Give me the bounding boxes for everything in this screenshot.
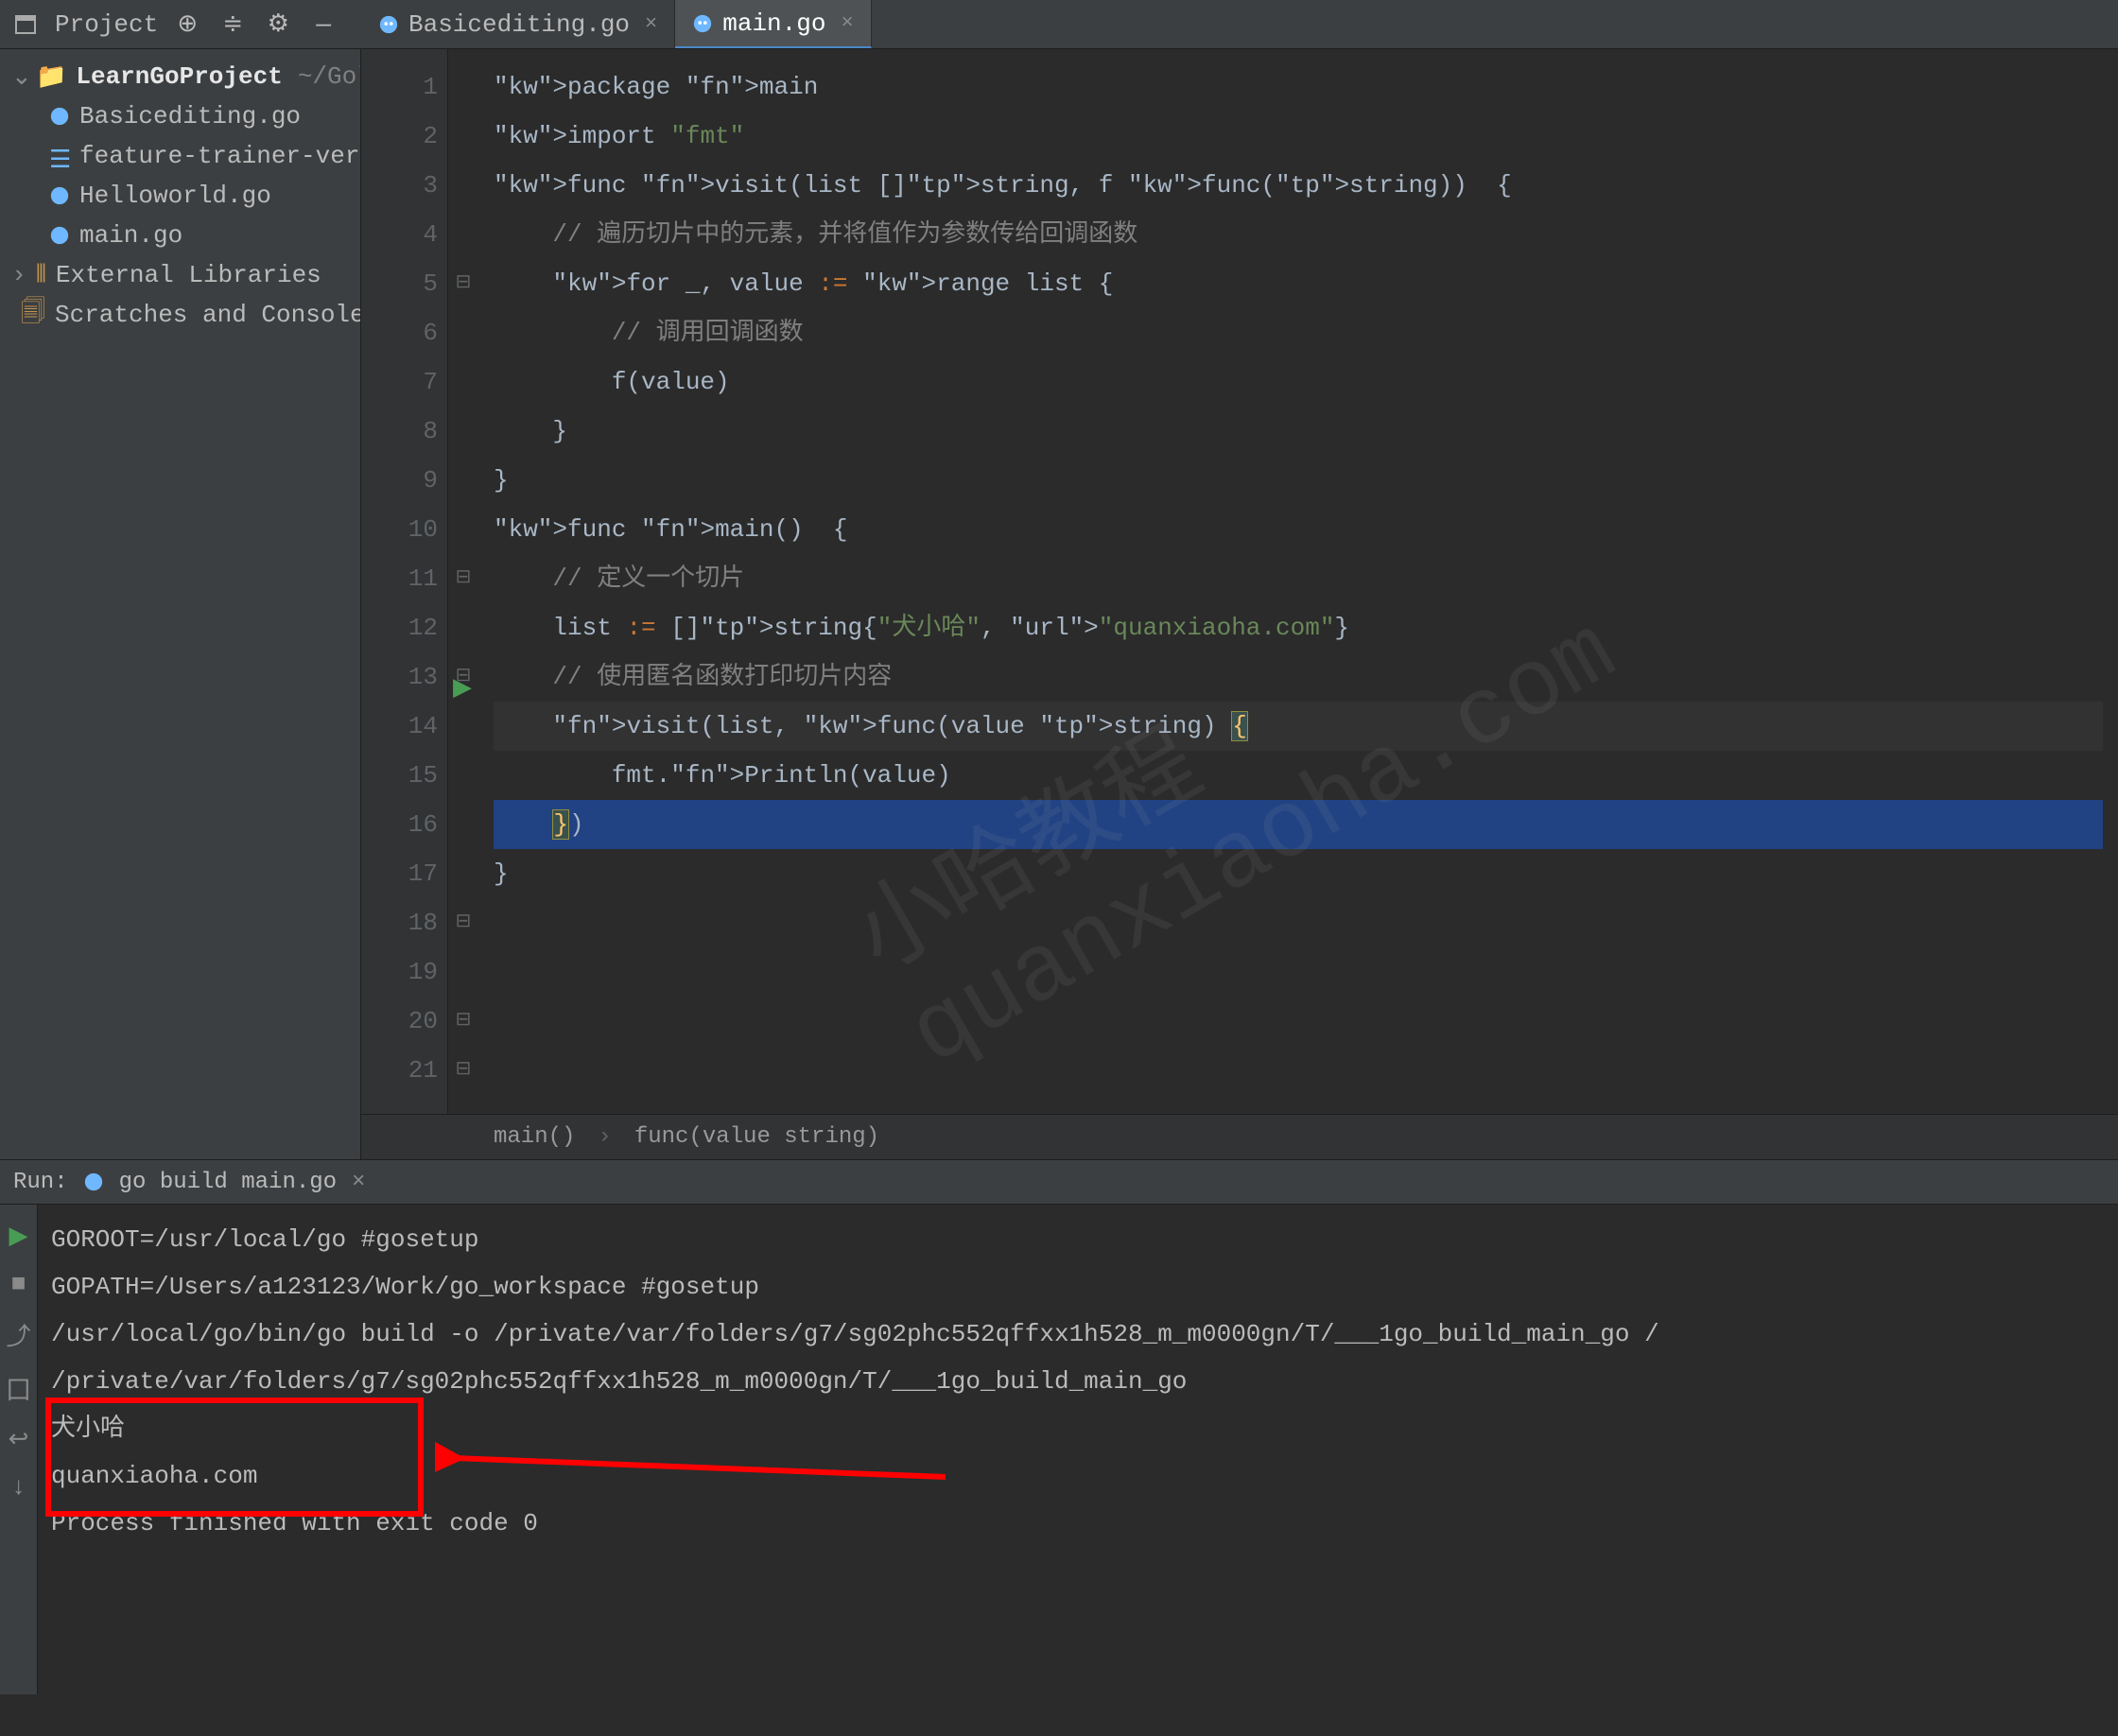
line-number: 2 bbox=[361, 112, 438, 161]
toolbar-left: Project ⊕ ≑ ⚙ — bbox=[0, 9, 361, 41]
layout-icon[interactable]: 囗 bbox=[6, 1371, 30, 1406]
project-sidebar[interactable]: ⌄ 📁 LearnGoProject ~/Gola Basicediting.g… bbox=[0, 49, 361, 1159]
line-number: 18 bbox=[361, 898, 438, 947]
tree-file-label: feature-trainer-versio bbox=[79, 142, 361, 170]
tab-main[interactable]: main.go × bbox=[675, 0, 871, 48]
editor: 1 2 3 4 5 6 7 8 9 10 11 12 13▶ 14 15 16 … bbox=[361, 49, 2118, 1159]
line-number: 20 bbox=[361, 997, 438, 1046]
line-number: 3 bbox=[361, 161, 438, 210]
line-number: 19 bbox=[361, 947, 438, 997]
minimize-icon[interactable]: — bbox=[307, 9, 339, 41]
tree-file[interactable]: Helloworld.go bbox=[6, 176, 360, 216]
stop-icon[interactable]: ■ bbox=[11, 1270, 26, 1298]
chevron-right-icon[interactable]: › bbox=[11, 261, 26, 289]
tab-label: Basicediting.go bbox=[408, 10, 630, 39]
collapse-icon[interactable]: ≑ bbox=[217, 9, 249, 41]
tree-ext-libraries[interactable]: › ⫴ External Libraries bbox=[6, 255, 360, 295]
code-area: 1 2 3 4 5 6 7 8 9 10 11 12 13▶ 14 15 16 … bbox=[361, 49, 2118, 1114]
line-number: 8 bbox=[361, 407, 438, 456]
close-icon[interactable]: × bbox=[352, 1170, 365, 1195]
line-number: 7 bbox=[361, 357, 438, 407]
annotation-box bbox=[45, 1397, 424, 1517]
tree-file-label: main.go bbox=[79, 221, 182, 250]
close-icon[interactable]: × bbox=[841, 11, 853, 35]
run-tool-header[interactable]: Run: go build main.go × bbox=[0, 1159, 2118, 1205]
root-name: LearnGoProject bbox=[76, 62, 282, 91]
soft-wrap-icon[interactable]: ↩ bbox=[9, 1425, 29, 1454]
line-number: 12 bbox=[361, 603, 438, 652]
line-number: 9 bbox=[361, 456, 438, 505]
main-area: ⌄ 📁 LearnGoProject ~/Gola Basicediting.g… bbox=[0, 49, 2118, 1159]
run-panel: ▶ ■ ⤴ 囗 ↩ ↓ GOROOT=/usr/local/go #gosetu… bbox=[0, 1205, 2118, 1694]
line-number: 6 bbox=[361, 308, 438, 357]
jump-icon[interactable]: ⤴ bbox=[6, 1317, 30, 1352]
run-gutter-icon[interactable]: ▶ bbox=[453, 664, 472, 713]
folder-icon: 📁 bbox=[36, 62, 66, 92]
breadcrumb[interactable]: main() › func(value string) bbox=[361, 1114, 2118, 1159]
line-number: 11 bbox=[361, 554, 438, 603]
line-number: 15 bbox=[361, 751, 438, 800]
line-number: 5 bbox=[361, 259, 438, 308]
scroll-icon[interactable]: ↓ bbox=[11, 1473, 26, 1502]
chevron-right-icon: › bbox=[598, 1124, 611, 1150]
scratches-label: Scratches and Consoles bbox=[55, 301, 361, 329]
close-icon[interactable]: × bbox=[645, 12, 657, 36]
annotation-arrow bbox=[435, 1439, 964, 1496]
editor-tabs: Basicediting.go × main.go × bbox=[361, 0, 872, 48]
project-view-icon[interactable] bbox=[9, 9, 42, 41]
rerun-icon[interactable]: ▶ bbox=[9, 1222, 28, 1251]
tree-root[interactable]: ⌄ 📁 LearnGoProject ~/Gola bbox=[6, 57, 360, 96]
tree-file[interactable]: main.go bbox=[6, 216, 360, 255]
run-gutter[interactable]: ▶ ■ ⤴ 囗 ↩ ↓ bbox=[0, 1205, 38, 1694]
tab-basicediting[interactable]: Basicediting.go × bbox=[361, 0, 675, 48]
console-output[interactable]: GOROOT=/usr/local/go #gosetupGOPATH=/Use… bbox=[38, 1205, 2118, 1694]
run-label: Run: bbox=[13, 1170, 68, 1195]
breadcrumb-item[interactable]: func(value string) bbox=[634, 1124, 879, 1150]
source-code[interactable]: "kw">package "fn">main"kw">import "fmt""… bbox=[478, 49, 2118, 1114]
line-number: 10 bbox=[361, 505, 438, 554]
tree-file[interactable]: Basicediting.go bbox=[6, 96, 360, 136]
line-number: 1 bbox=[361, 62, 438, 112]
line-number: 16 bbox=[361, 800, 438, 849]
gear-icon[interactable]: ⚙ bbox=[262, 9, 294, 41]
root-path: ~/Gola bbox=[298, 62, 361, 91]
top-bar: Project ⊕ ≑ ⚙ — Basicediting.go × main.g… bbox=[0, 0, 2118, 49]
tree-file[interactable]: ☰ feature-trainer-versio bbox=[6, 136, 360, 176]
line-number: 17 bbox=[361, 849, 438, 898]
chevron-down-icon[interactable]: ⌄ bbox=[11, 62, 26, 92]
target-icon[interactable]: ⊕ bbox=[171, 9, 203, 41]
tree-file-label: Helloworld.go bbox=[79, 182, 271, 210]
project-tree: ⌄ 📁 LearnGoProject ~/Gola Basicediting.g… bbox=[0, 49, 360, 335]
run-config-name[interactable]: go build main.go bbox=[119, 1170, 337, 1195]
line-number: 14 bbox=[361, 702, 438, 751]
line-number: 4 bbox=[361, 210, 438, 259]
list-file-icon: ☰ bbox=[49, 146, 70, 166]
scratches-icon: 🗐 bbox=[21, 294, 45, 336]
line-gutter[interactable]: 1 2 3 4 5 6 7 8 9 10 11 12 13▶ 14 15 16 … bbox=[361, 49, 448, 1114]
library-icon: ⫴ bbox=[36, 261, 46, 289]
line-number: 21 bbox=[361, 1046, 438, 1095]
tree-scratches[interactable]: 🗐 Scratches and Consoles bbox=[6, 295, 360, 335]
fold-strip[interactable]: ⊟ ⊟ ⊟ ⊟⊟⊟ bbox=[448, 49, 478, 1114]
tab-label: main.go bbox=[722, 9, 825, 38]
project-label[interactable]: Project bbox=[55, 10, 158, 39]
line-number: 13▶ bbox=[361, 652, 438, 702]
ext-lib-label: External Libraries bbox=[56, 261, 321, 289]
breadcrumb-item[interactable]: main() bbox=[494, 1124, 575, 1150]
tree-file-label: Basicediting.go bbox=[79, 102, 301, 130]
